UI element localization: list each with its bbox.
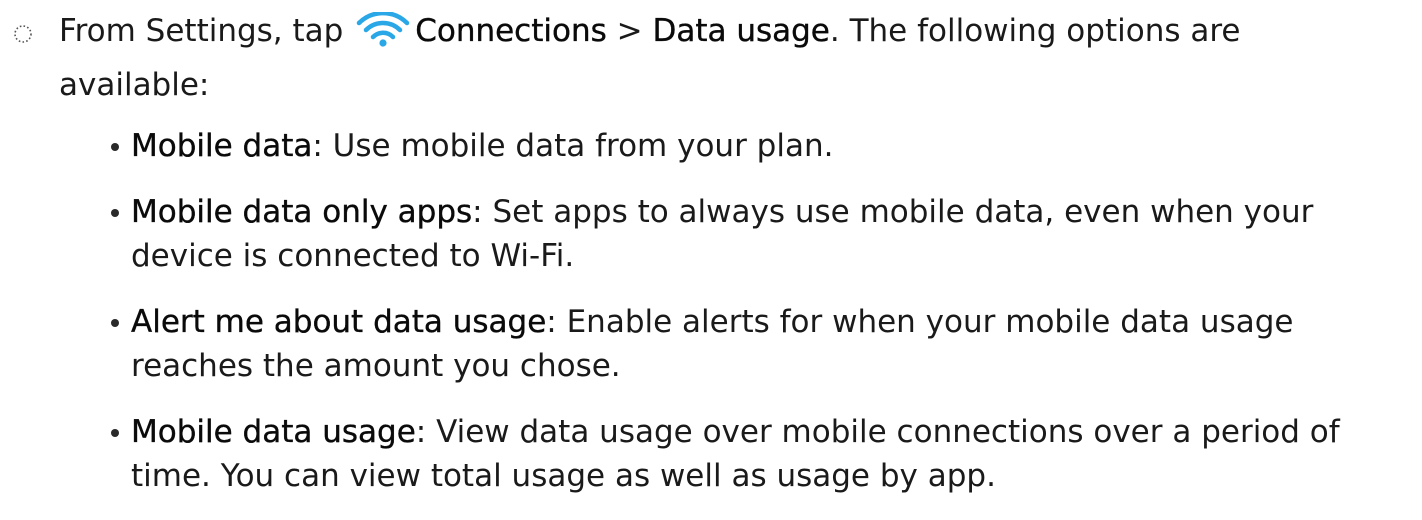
list-item: Alert me about data usage: Enable alerts…	[111, 300, 1411, 388]
list-bullet	[111, 143, 119, 151]
list-item: Mobile data: Use mobile data from your p…	[111, 124, 1411, 168]
list-item: Mobile data only apps: Set apps to alway…	[111, 190, 1411, 278]
dotted-circle-bullet-icon	[14, 25, 32, 43]
option-term: Mobile data	[131, 128, 313, 164]
breadcrumb-separator: >	[606, 13, 653, 49]
data-usage-label: Data usage	[652, 13, 830, 49]
option-description: : Use mobile data from your plan.	[312, 128, 834, 164]
connections-label: Connections	[415, 13, 607, 49]
step-instruction: From Settings, tap Connections > Data us…	[59, 4, 1399, 112]
list-bullet	[111, 209, 119, 217]
option-term: Alert me about data usage	[131, 304, 547, 340]
intro-prefix: From Settings, tap	[59, 13, 344, 49]
option-term: Mobile data only apps	[131, 194, 473, 230]
options-list: Mobile data: Use mobile data from your p…	[111, 124, 1411, 520]
option-term: Mobile data usage	[131, 414, 416, 450]
wifi-icon	[356, 12, 410, 47]
list-bullet	[111, 319, 119, 327]
settings-step: From Settings, tap Connections > Data us…	[11, 0, 1411, 501]
list-bullet	[111, 429, 119, 437]
list-item: Mobile data usage: View data usage over …	[111, 410, 1411, 498]
